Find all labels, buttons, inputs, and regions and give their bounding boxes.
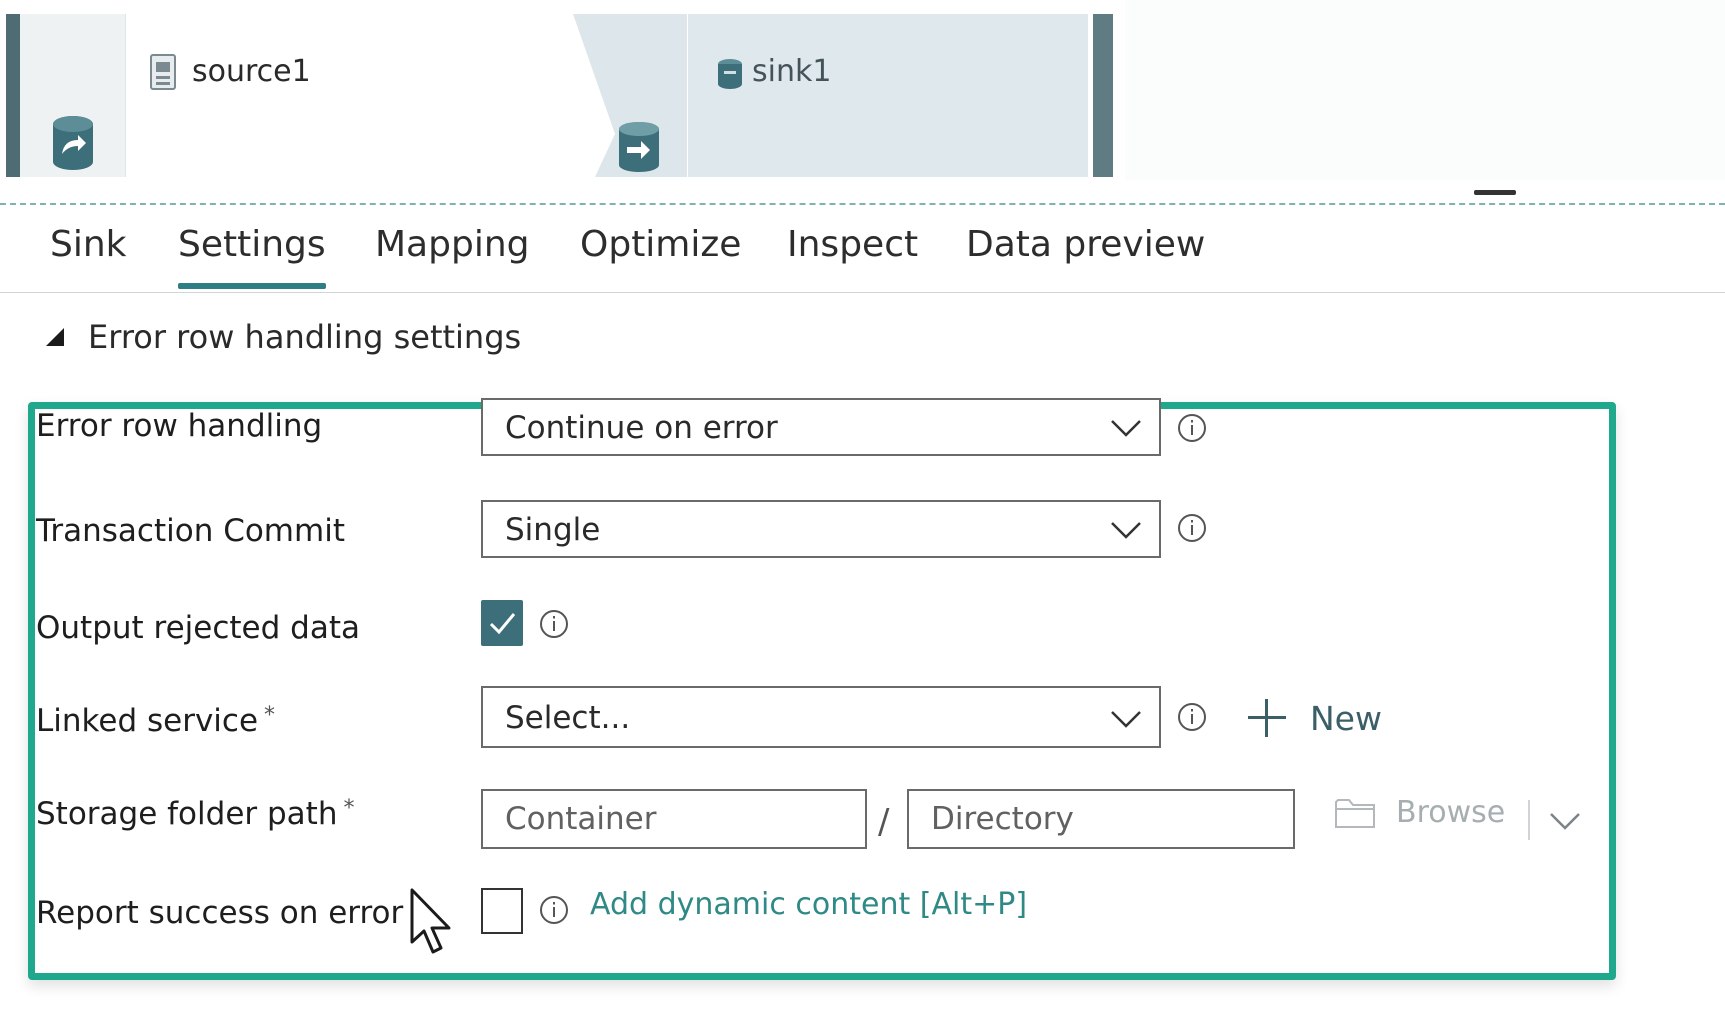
info-icon[interactable] [539,609,569,639]
source-node-label: source1 [192,54,311,89]
chevron-down-icon[interactable] [1548,805,1582,835]
report-success-on-error-checkbox[interactable] [481,888,523,934]
info-icon[interactable] [1177,413,1207,443]
info-icon[interactable] [539,895,569,925]
sink-node[interactable]: sink1 [688,14,1088,177]
error-row-handling-value: Continue on error [505,410,778,446]
linked-service-label-text: Linked service [36,703,259,739]
required-marker: * [264,703,276,728]
tab-data-preview[interactable]: Data preview [966,224,1205,265]
storage-folder-path-label-text: Storage folder path [36,796,338,832]
tab-inspect[interactable]: Inspect [787,224,918,265]
path-separator: / [878,802,890,842]
output-rejected-data-checkbox[interactable] [481,600,523,646]
add-dynamic-content-link[interactable]: Add dynamic content [Alt+P] [590,887,1027,922]
new-button-label: New [1310,698,1382,738]
container-input[interactable] [481,789,867,849]
tab-sink[interactable]: Sink [50,224,127,265]
source-node-edge [6,14,20,177]
required-marker: * [343,796,355,821]
panel-resize-handle[interactable] [1474,190,1516,195]
new-linked-service-button[interactable]: New [1246,693,1382,743]
tab-mapping[interactable]: Mapping [375,224,530,265]
section-title: Error row handling settings [88,318,522,356]
source-transform-icon [53,116,93,170]
linked-service-label: Linked service * [36,703,275,739]
plus-icon [1248,699,1286,737]
browse-divider [1528,800,1530,840]
folder-icon [1335,798,1375,828]
transaction-commit-value: Single [505,512,601,548]
database-icon [718,59,742,89]
output-rejected-data-label: Output rejected data [36,610,360,646]
panel-divider [0,203,1725,205]
sink-node-label: sink1 [752,54,832,89]
canvas-background [1125,0,1725,180]
storage-folder-path-label: Storage folder path * [36,796,354,832]
linked-service-dropdown[interactable]: Select... [481,686,1161,748]
source-node-strip[interactable] [20,14,126,177]
sink-node-strip[interactable] [573,14,687,177]
transaction-commit-dropdown[interactable]: Single [481,500,1161,558]
info-icon[interactable] [1177,702,1207,732]
checkmark-icon [489,613,516,635]
collapse-caret-icon [46,328,64,346]
browse-label: Browse [1396,795,1506,830]
transaction-commit-label: Transaction Commit [36,513,345,549]
pipeline-canvas: source1 sink1 [0,0,1725,190]
tab-settings[interactable]: Settings [178,224,326,289]
linked-service-placeholder: Select... [505,700,631,736]
chevron-down-icon [1111,522,1141,539]
error-row-handling-label: Error row handling [36,408,323,444]
chevron-down-icon [1111,711,1141,728]
browse-button[interactable]: Browse [1334,795,1505,830]
settings-tab-bar: Sink Settings Mapping Optimize Inspect D… [0,212,1725,293]
sink-database-icon [619,122,659,172]
directory-input[interactable] [907,789,1295,849]
tab-optimize[interactable]: Optimize [580,224,741,265]
source-node[interactable]: source1 [126,14,556,177]
mouse-pointer-icon [410,888,451,954]
dataset-icon [150,54,176,90]
chevron-down-icon [1111,420,1141,437]
info-icon[interactable] [1177,513,1207,543]
error-row-handling-section-toggle[interactable]: Error row handling settings [44,318,521,356]
report-success-on-error-label: Report success on error [36,895,404,931]
sink-node-edge [1093,14,1113,177]
error-row-handling-dropdown[interactable]: Continue on error [481,398,1161,456]
